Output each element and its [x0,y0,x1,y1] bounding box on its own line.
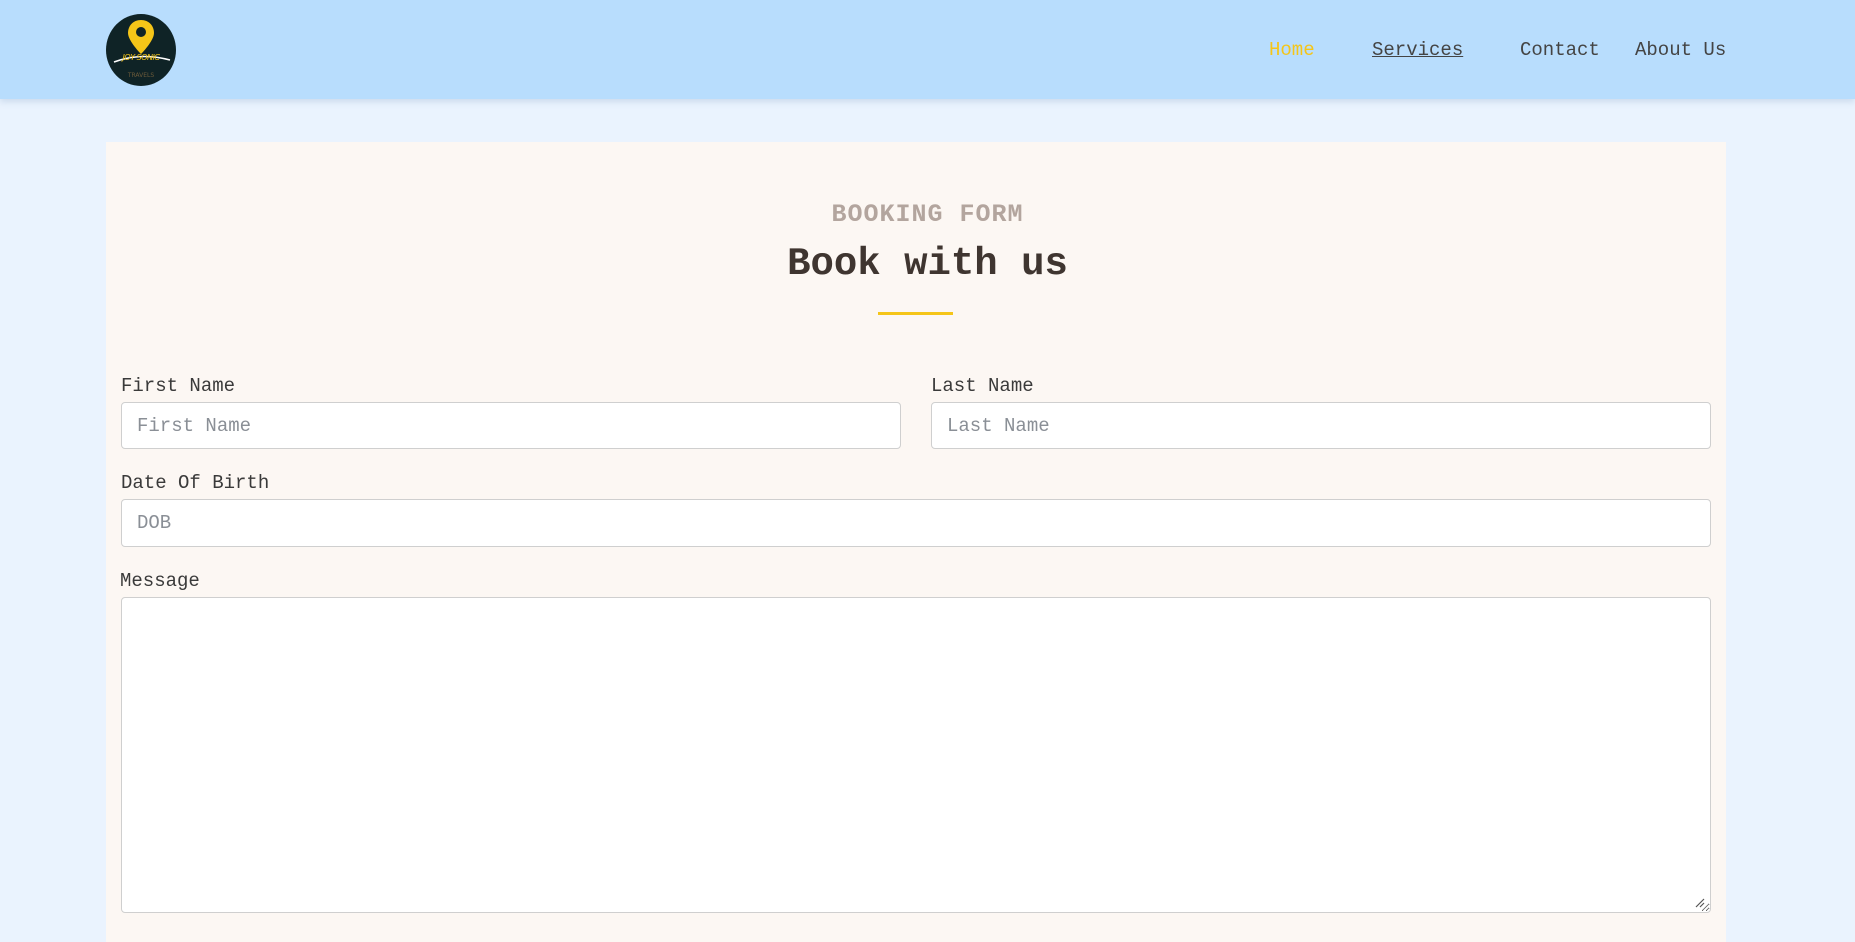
page-title: Book with us [787,242,1068,286]
form-eyebrow: BOOKING FORM [831,200,1024,229]
last-name-label: Last Name [931,375,1034,397]
first-name-label: First Name [121,375,236,397]
dob-label: Date Of Birth [121,472,270,494]
brand-logo[interactable]: JOY SONIC TRAVELS [106,14,176,86]
dob-input[interactable] [121,499,1711,547]
last-name-input[interactable] [931,402,1711,449]
message-label: Message [120,570,200,592]
nav-about-us[interactable]: About Us [1635,38,1726,62]
nav-home[interactable]: Home [1269,38,1315,62]
site-header: JOY SONIC TRAVELS Home Services Contact … [0,0,1855,99]
resize-grip-icon[interactable] [1694,897,1705,908]
title-divider [878,312,953,315]
first-name-input[interactable] [121,402,901,449]
logo-subtext: TRAVELS [127,72,155,79]
nav-contact[interactable]: Contact [1520,38,1600,62]
message-textarea[interactable] [121,597,1711,913]
nav-services[interactable]: Services [1372,38,1463,62]
logo-text: JOY SONIC [122,53,160,62]
